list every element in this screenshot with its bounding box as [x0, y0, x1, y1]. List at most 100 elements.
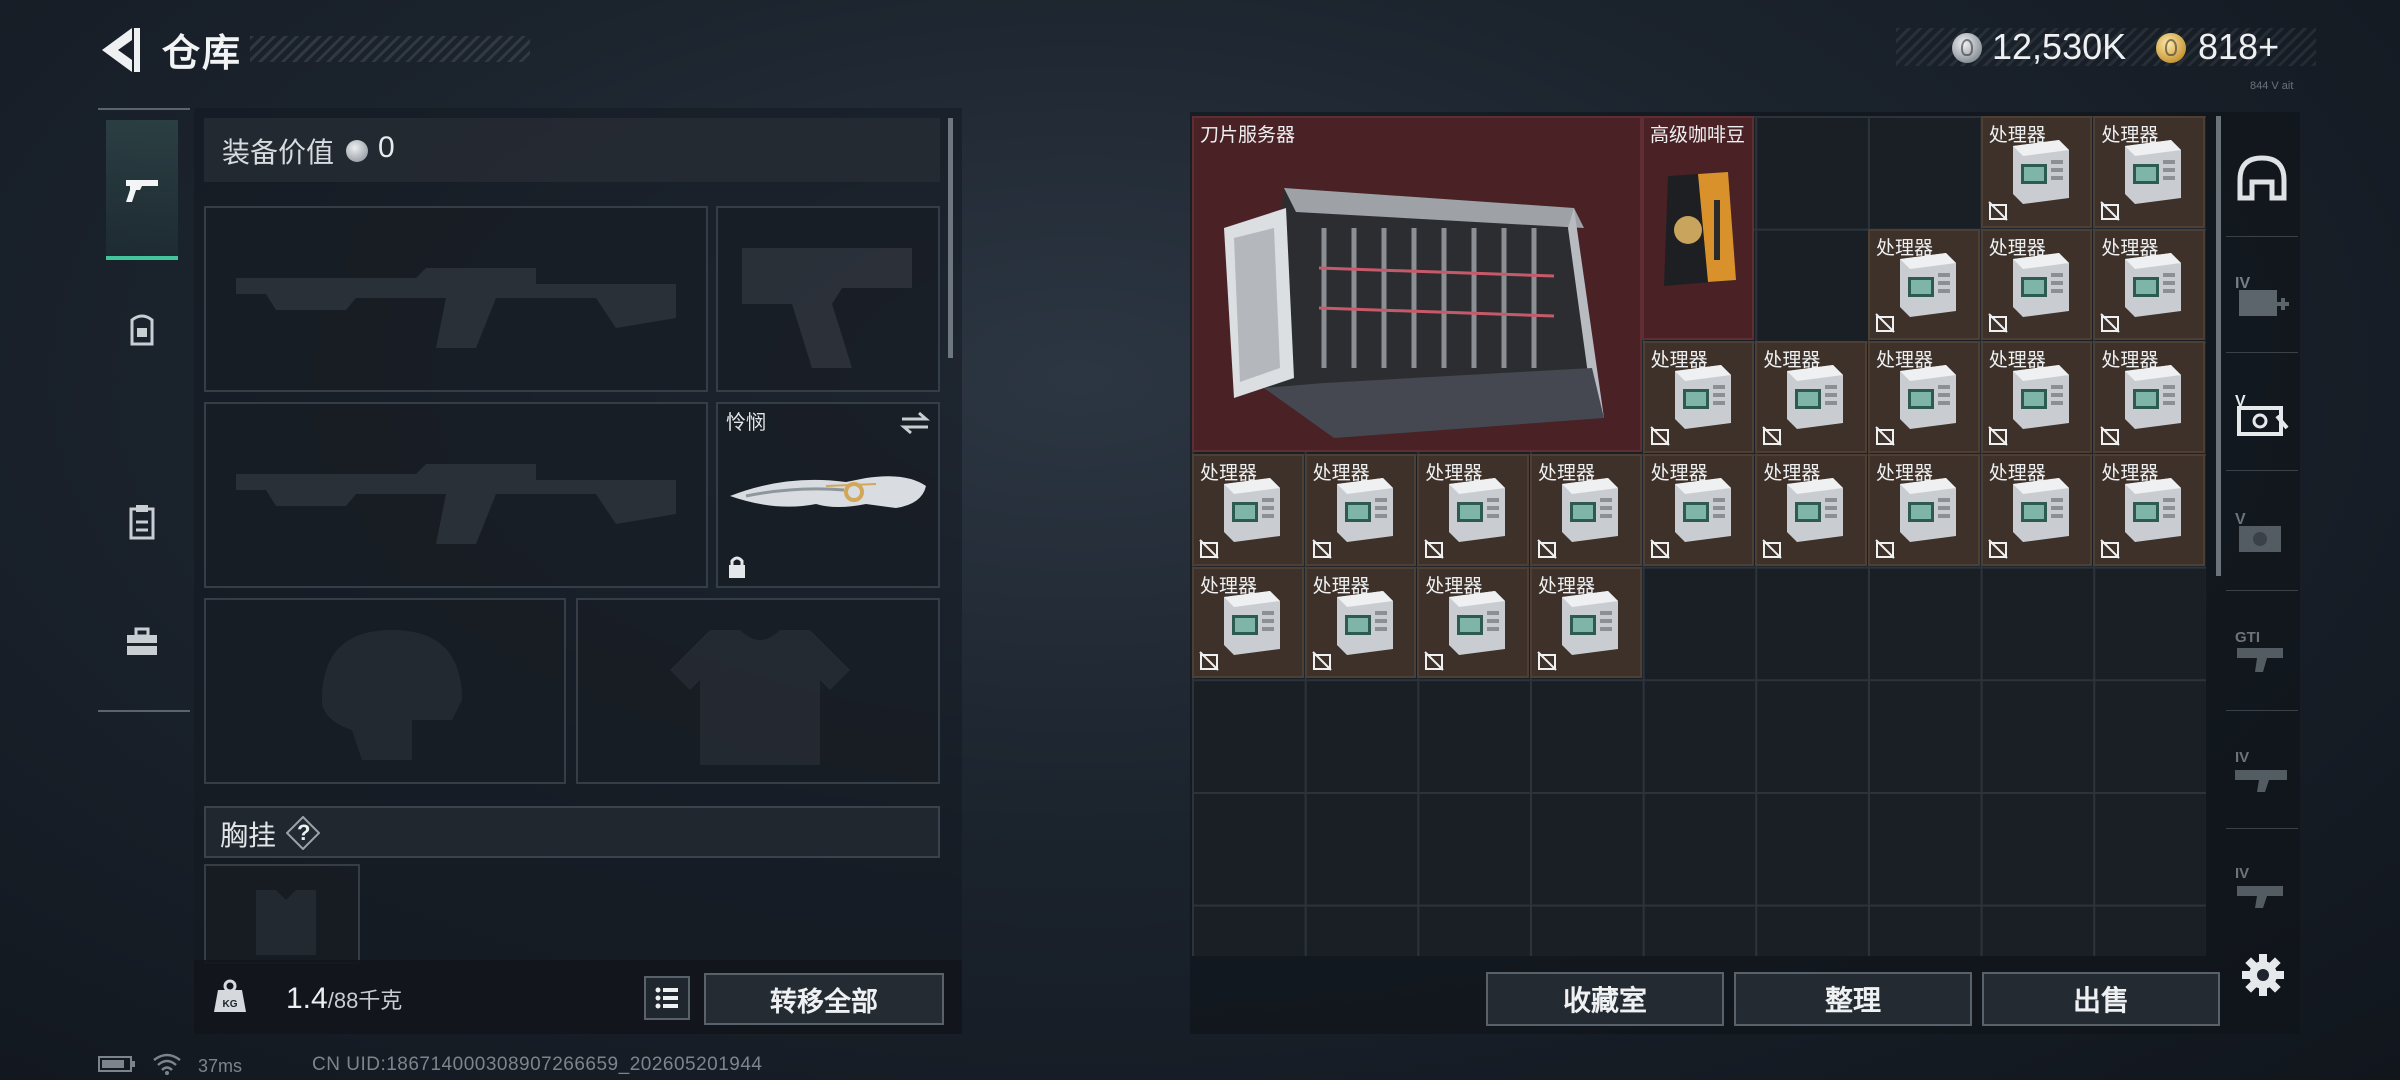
no-trade-icon [1987, 313, 2008, 334]
processor-item[interactable]: 处理器 [1192, 454, 1304, 566]
rifle-silhouette-icon [236, 268, 676, 348]
no-trade-icon [1199, 651, 1219, 672]
processor-item[interactable]: 处理器 [2093, 228, 2206, 341]
processor-item[interactable]: 处理器 [1980, 341, 2093, 453]
helmet-slot[interactable] [204, 598, 566, 784]
toolbox-icon [127, 627, 157, 655]
gear-tab-icon: IV [2235, 865, 2283, 908]
processor-icon [2125, 365, 2182, 430]
processor-icon [1787, 478, 1844, 542]
organize-button[interactable]: 整理 [1734, 972, 1972, 1026]
processor-item[interactable]: 处理器 [2093, 116, 2206, 228]
backpack-icon [130, 314, 154, 346]
processor-item[interactable]: 处理器 [1642, 341, 1755, 453]
tab-toolbox[interactable] [106, 572, 178, 712]
back-button[interactable] [96, 24, 146, 76]
processor-item[interactable]: 处理器 [1304, 454, 1417, 566]
processor-item[interactable]: 处理器 [1530, 566, 1642, 679]
camera-icon: V [2235, 511, 2281, 552]
blade-server-icon [1224, 188, 1604, 438]
silver-coin-icon [1952, 33, 1982, 63]
tab-weapons[interactable] [106, 120, 178, 260]
gold-amount[interactable]: 818+ [2198, 26, 2279, 68]
secondary-weapon-slot[interactable] [204, 402, 708, 588]
processor-item[interactable]: 处理器 [2093, 341, 2206, 453]
processor-icon [1674, 365, 1731, 430]
no-trade-icon [2100, 426, 2121, 446]
swap-icon[interactable] [900, 410, 930, 436]
processor-item[interactable]: 处理器 [1417, 454, 1529, 566]
weight-icon: KG [210, 976, 250, 1016]
category-valuables[interactable]: V [2226, 362, 2298, 466]
no-trade-icon [1649, 426, 1670, 446]
processor-item[interactable]: 处理器 [1417, 566, 1529, 679]
processor-item[interactable]: 处理器 [2093, 454, 2206, 566]
premium-coffee-beans-item[interactable]: 高级咖啡豆 [1642, 116, 1754, 340]
category-iv-gear[interactable]: IV [2226, 836, 2298, 940]
processor-item[interactable]: 处理器 [1642, 454, 1755, 566]
loadout-scrollbar[interactable] [948, 118, 953, 358]
help-icon[interactable]: ? [285, 815, 321, 851]
primary-weapon-slot[interactable] [204, 206, 708, 392]
svg-text:IV: IV [2235, 749, 2249, 766]
category-all[interactable] [2226, 126, 2298, 230]
no-trade-icon [2100, 538, 2121, 559]
pistol-slot[interactable] [716, 206, 940, 392]
processor-item[interactable]: 处理器 [1980, 116, 2093, 228]
no-trade-icon [2100, 200, 2121, 221]
equipment-value-label: 装备价值 [222, 137, 335, 168]
coffee-bag-icon [1664, 172, 1736, 286]
version-text: 844 V ait [2250, 80, 2294, 92]
no-trade-icon [1762, 426, 1783, 446]
category-iv-weapons[interactable]: IV [2226, 720, 2298, 824]
no-trade-icon [1424, 651, 1445, 672]
tab-backpack[interactable] [106, 260, 178, 400]
list-view-button[interactable] [644, 976, 690, 1020]
battery-icon [98, 1056, 135, 1072]
chest-rig-slot[interactable] [204, 864, 360, 964]
safe-icon: V [2235, 393, 2289, 436]
settings-gear-icon[interactable] [2240, 952, 2286, 998]
category-gti[interactable]: GTI [2226, 600, 2298, 704]
processor-icon [2125, 252, 2182, 317]
rifle-tab-icon: IV [2235, 749, 2287, 792]
processor-item[interactable]: 处理器 [1304, 566, 1417, 679]
armor-slot[interactable] [576, 598, 940, 784]
no-trade-icon [1987, 200, 2008, 221]
no-trade-icon [1762, 538, 1783, 559]
ping-value: 37ms [198, 1056, 243, 1076]
processor-icon [1336, 590, 1393, 655]
storage-scrollbar[interactable] [2216, 116, 2221, 576]
equipment-value-amount: 0 [378, 131, 395, 164]
tab-clipboard[interactable] [106, 452, 178, 592]
processor-item[interactable]: 处理器 [1868, 228, 1980, 341]
processor-icon [1224, 590, 1280, 655]
gti-gun-icon: GTI [2235, 629, 2283, 672]
collection-room-button[interactable]: 收藏室 [1486, 972, 1724, 1026]
dome-icon [2237, 155, 2287, 201]
processor-icon [1224, 478, 1280, 542]
sell-button[interactable]: 出售 [1982, 972, 2220, 1026]
status-bar [98, 1054, 138, 1076]
processor-item[interactable]: 处理器 [1755, 341, 1867, 453]
weight-current: 1.4 [286, 982, 328, 1015]
processor-icon [1787, 365, 1844, 430]
processor-item[interactable]: 处理器 [1192, 566, 1304, 679]
title-decoration [250, 36, 530, 62]
transfer-all-button[interactable]: 转移全部 [704, 973, 944, 1025]
category-medical[interactable]: IV [2226, 244, 2298, 348]
no-trade-icon [1537, 651, 1557, 672]
processor-item[interactable]: 处理器 [1980, 228, 2093, 341]
processor-item[interactable]: 处理器 [1868, 341, 1980, 453]
back-arrow-icon [102, 28, 140, 72]
no-trade-icon [1311, 538, 1332, 559]
processor-item[interactable]: 处理器 [1980, 454, 2093, 566]
processor-item[interactable]: 处理器 [1868, 454, 1980, 566]
processor-item[interactable]: 处理器 [1755, 454, 1867, 566]
svg-text:KG: KG [223, 999, 238, 1010]
category-items-v[interactable]: V [2226, 480, 2298, 584]
melee-slot[interactable]: 怜悯 [716, 402, 940, 588]
processor-icon [2125, 478, 2182, 542]
blade-server-item[interactable]: 刀片服务器 [1192, 116, 1642, 452]
processor-item[interactable]: 处理器 [1530, 454, 1642, 566]
